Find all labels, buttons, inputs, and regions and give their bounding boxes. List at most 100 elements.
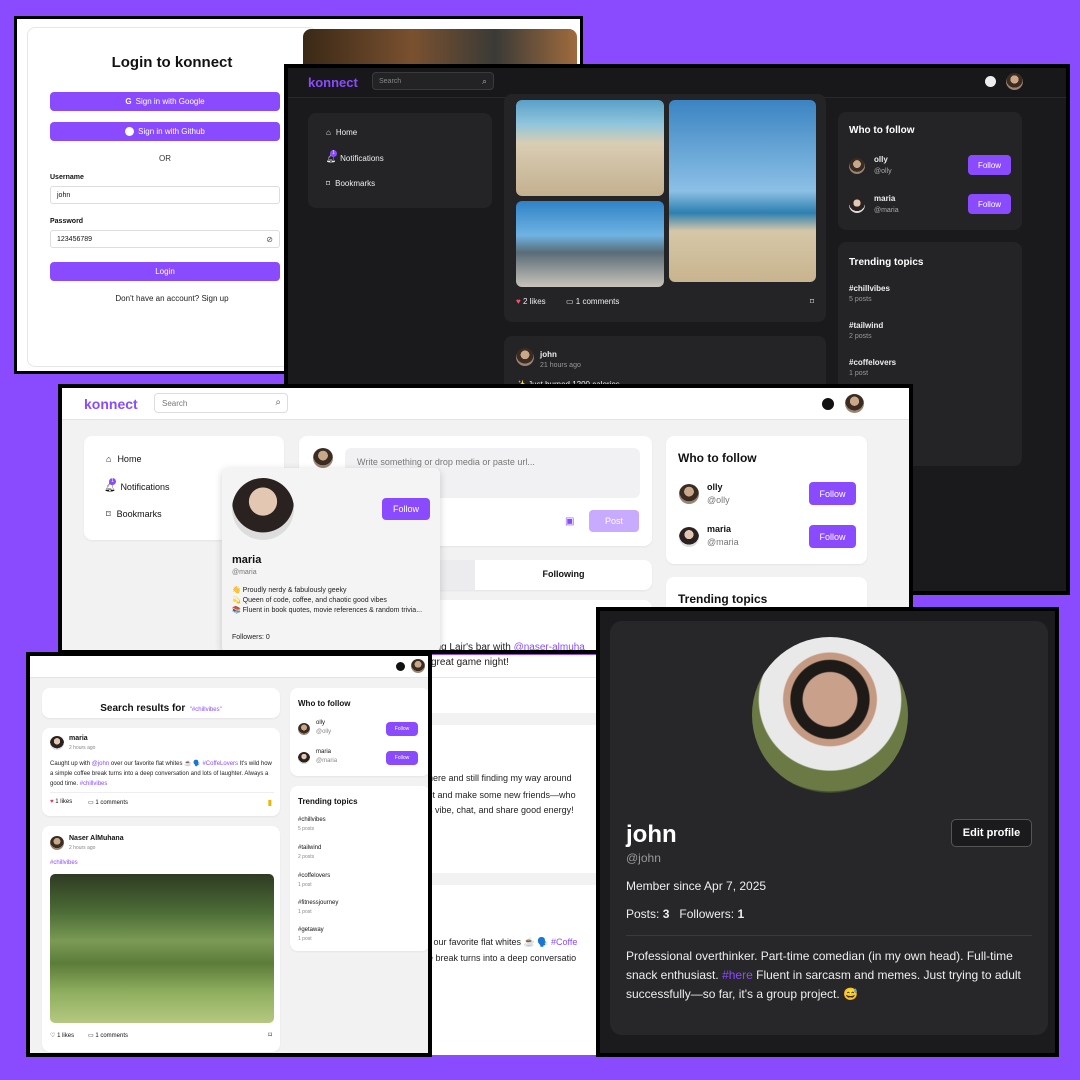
password-input[interactable]: 123456789 ⊘ (50, 230, 280, 248)
mention-link[interactable]: @john (92, 761, 109, 767)
image-upload-icon[interactable]: ▣ (565, 516, 574, 527)
user-name[interactable]: maria (707, 524, 731, 534)
hover-card-bio-line: 👋 Proudly nerdy & fabulously geeky (232, 587, 347, 594)
comment-button[interactable]: ▭ 1 comments (88, 1032, 128, 1039)
trending-tag[interactable]: #coffelovers (298, 873, 330, 879)
github-signin-button[interactable]: Sign in with Github (50, 122, 280, 141)
search-query: "#chillvibes" (189, 707, 222, 713)
nav-bookmarks[interactable]: ⌑ Bookmarks (326, 179, 375, 188)
followers-count: 1 (737, 907, 745, 921)
user-handle: @maria (316, 758, 338, 764)
hover-card-bio-line: 💫 Queen of code, coffee, and chaotic goo… (232, 597, 387, 604)
login-title: Login to konnect (111, 54, 233, 71)
hashtag-link[interactable]: #chillvibes (50, 860, 78, 866)
avatar (232, 478, 294, 540)
nav-notifications-label: Notifications (120, 482, 170, 492)
search-input[interactable]: Search ⌕ (154, 393, 288, 413)
post-image-dog (516, 100, 664, 196)
mention-link[interactable]: @naser-almuha (514, 642, 585, 650)
tab-following[interactable]: Following (475, 569, 652, 579)
brand-logo[interactable]: konnect (308, 75, 358, 90)
feed-text: r our favorite flat whites ☕ 🗣️ #Coffe (428, 937, 577, 948)
comment-button[interactable]: ▭ 1 comments (88, 799, 128, 806)
edit-profile-button[interactable]: Edit profile (951, 819, 1032, 847)
nav-notifications[interactable]: 🔔︎ 1 Notifications (104, 478, 170, 493)
trending-tag[interactable]: #tailwind (849, 321, 883, 330)
who-to-follow-title: Who to follow (849, 125, 915, 136)
trending-tag[interactable]: #fitnessjourney (298, 900, 338, 906)
hashtag-link[interactable]: #CoffeLovers (202, 761, 238, 767)
profile-hover-card: Follow maria @maria 👋 Proudly nerdy & fa… (222, 468, 440, 650)
post-author[interactable]: Naser AlMuhana (69, 835, 124, 842)
bookmark-icon[interactable]: ⌑ (268, 1031, 272, 1039)
hashtag-link[interactable]: #here (722, 968, 753, 982)
user-name[interactable]: olly (707, 482, 723, 492)
github-icon[interactable] (985, 76, 996, 87)
like-button[interactable]: ♥ 2 likes (516, 297, 546, 306)
like-button[interactable]: ♡ 1 likes (50, 1032, 74, 1039)
or-divider: OR (50, 154, 280, 163)
followers-label[interactable]: Followers: (679, 907, 734, 921)
like-button[interactable]: ♥ 1 likes (50, 799, 72, 805)
user-name[interactable]: olly (316, 720, 325, 726)
nav-bookmarks-label: Bookmarks (335, 179, 376, 188)
post-text-part: Caught up with (50, 761, 91, 767)
google-signin-label: Sign in with Google (135, 97, 205, 106)
comments-count: 1 comments (95, 800, 129, 806)
nav-home[interactable]: ⌂ Home (106, 454, 141, 464)
follow-button[interactable]: Follow (382, 498, 430, 520)
search-input[interactable]: Search ⌕ (372, 72, 494, 90)
login-panel: Login to konnect G Sign in with Google Si… (27, 27, 317, 367)
avatar[interactable] (1006, 73, 1023, 90)
avatar[interactable] (845, 394, 864, 413)
nav-bookmarks[interactable]: ⌑ Bookmarks (106, 509, 162, 520)
divider (50, 792, 274, 793)
post-text: Caught up with @john over our favorite f… (50, 759, 274, 789)
trending-tag[interactable]: #tailwind (298, 845, 321, 851)
user-name[interactable]: maria (316, 749, 331, 755)
github-icon[interactable] (396, 662, 405, 671)
github-icon[interactable] (822, 398, 834, 410)
follow-button[interactable]: Follow (968, 155, 1011, 175)
avatar (50, 836, 64, 850)
follow-button[interactable]: Follow (386, 751, 418, 765)
trending-tag[interactable]: #chillvibes (849, 284, 890, 293)
user-name[interactable]: olly (874, 155, 888, 164)
light-header: konnect Search ⌕ (62, 388, 909, 420)
trending-tag[interactable]: #coffelovers (849, 358, 896, 367)
who-to-follow-card: Who to follow olly @olly Follow maria @m… (290, 688, 428, 776)
trending-title: Trending topics (678, 592, 768, 606)
follow-button[interactable]: Follow (809, 525, 856, 548)
hashtag-link[interactable]: #chillvibes (80, 781, 108, 787)
post-image-rocks (516, 201, 664, 287)
avatar (849, 158, 865, 174)
follow-button[interactable]: Follow (968, 194, 1011, 214)
bookmark-icon[interactable]: ⌑ (810, 297, 814, 306)
nav-notifications[interactable]: 🔔︎ 1 Notifications (326, 150, 384, 163)
comment-icon: ▭ (88, 800, 94, 806)
bookmark-icon[interactable]: ▮ (268, 798, 272, 807)
eye-off-icon[interactable]: ⊘ (266, 235, 273, 244)
comment-button[interactable]: ▭ 1 comments (566, 297, 619, 306)
nav-home[interactable]: ⌂ Home (326, 128, 357, 137)
post-author[interactable]: john (540, 350, 557, 359)
user-name[interactable]: maria (874, 194, 895, 203)
hashtag-link[interactable]: #Coffe (551, 937, 577, 947)
brand-logo[interactable]: konnect (84, 396, 138, 412)
follow-button[interactable]: Follow (809, 482, 856, 505)
username-input[interactable]: john (50, 186, 280, 204)
heart-icon: ♥ (50, 799, 54, 805)
comments-count: 1 comments (95, 1033, 129, 1039)
avatar[interactable] (411, 659, 425, 673)
google-signin-button[interactable]: G Sign in with Google (50, 92, 280, 111)
trending-tag[interactable]: #getaway (298, 927, 324, 933)
trending-tag[interactable]: #chillvibes (298, 817, 326, 823)
login-button[interactable]: Login (50, 262, 280, 281)
post-text-part: over our favorite flat whites ☕ 🗣️ (110, 761, 201, 767)
hover-card-name[interactable]: maria (232, 554, 261, 566)
follow-button[interactable]: Follow (386, 722, 418, 736)
signup-link[interactable]: Don't have an account? Sign up (28, 294, 316, 303)
post-button[interactable]: Post (589, 510, 639, 532)
post-author[interactable]: maria (69, 735, 88, 742)
avatar (849, 197, 865, 213)
